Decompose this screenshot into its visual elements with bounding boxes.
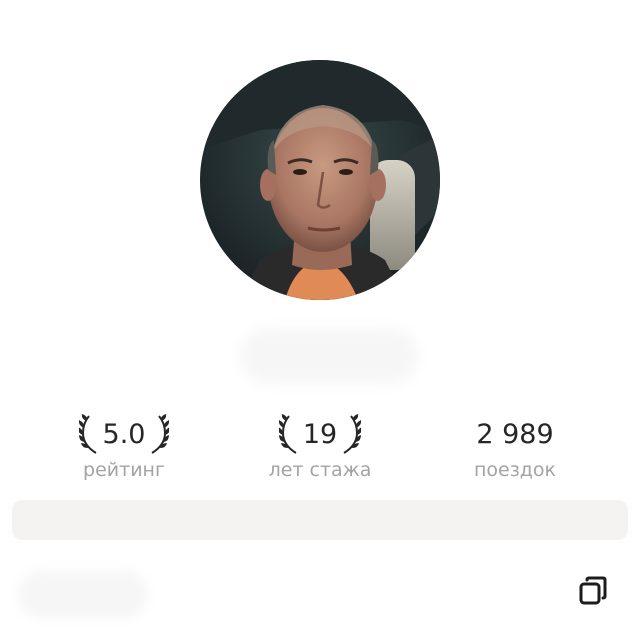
trips-stat: 2 989 поездок [425,410,605,482]
experience-label: лет стажа [268,459,372,481]
experience-value: 19 [302,418,338,450]
copy-icon [579,576,607,605]
avatar [200,60,440,300]
driver-photo [200,60,440,300]
experience-stat: 19 лет стажа [230,410,410,482]
rating-label: рейтинг [83,459,165,481]
laurel-left-icon [78,414,97,454]
rating-stat: 5.0 рейтинг [34,410,214,482]
rating-value: 5.0 [102,418,146,450]
blurred-detail [18,570,148,618]
laurel-right-icon [151,414,170,454]
laurel-right-icon [343,414,362,454]
copy-button[interactable] [574,572,612,610]
trips-value: 2 989 [476,418,554,450]
driver-name [240,328,418,384]
info-bar [12,500,628,540]
laurel-left-icon [278,414,297,454]
trips-label: поездок [473,459,557,481]
